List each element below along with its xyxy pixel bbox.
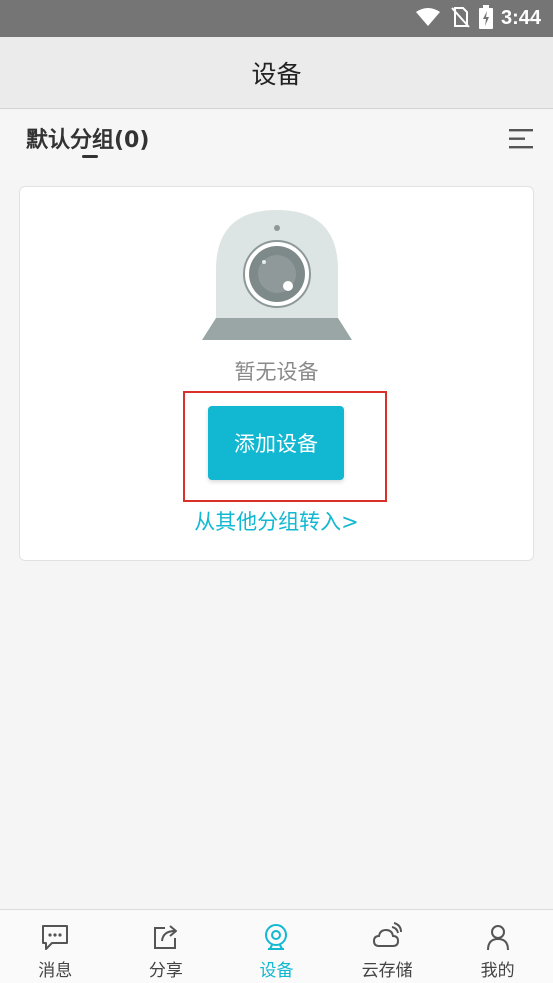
status-bar: 3:44 [0,0,553,37]
status-bar-right: 3:44 [415,0,541,37]
page-title: 设备 [251,59,302,89]
tab-label-cloud-storage: 云存储 [361,961,413,981]
tab-devices[interactable]: 设备 [221,910,332,983]
battery-charging-icon [478,4,493,33]
tab-messages[interactable]: 消息 [0,910,111,983]
message-icon [40,922,70,952]
tab-label-devices: 设备 [259,961,294,981]
empty-message: 暂无设备 [234,360,319,384]
menu-list-icon[interactable] [509,128,533,150]
group-tab-indicator [82,155,98,158]
wifi-icon [415,7,441,31]
group-bar: 默认分组(0) [0,110,553,178]
add-device-button[interactable]: 添加设备 [208,406,344,480]
profile-icon [483,922,513,952]
cloud-storage-icon [372,922,403,952]
status-time: 3:44 [500,7,541,29]
tab-cloud-storage[interactable]: 云存储 [332,910,443,983]
app-bar: 设备 [0,37,553,109]
tab-label-messages: 消息 [38,961,73,981]
no-sim-icon [449,6,471,32]
share-icon [151,922,181,952]
tab-share[interactable]: 分享 [111,910,222,983]
device-icon [261,922,291,952]
tab-profile[interactable]: 我的 [442,910,553,983]
bottom-tab-bar: 消息 分享 设备 云存储 我的 [0,909,553,983]
tab-label-profile: 我的 [480,961,515,981]
camera-icon [198,208,356,344]
group-title[interactable]: 默认分组(0) [26,122,149,154]
tab-label-share: 分享 [148,961,183,981]
move-from-other-group-link[interactable]: 从其他分组转入> [0,506,553,536]
